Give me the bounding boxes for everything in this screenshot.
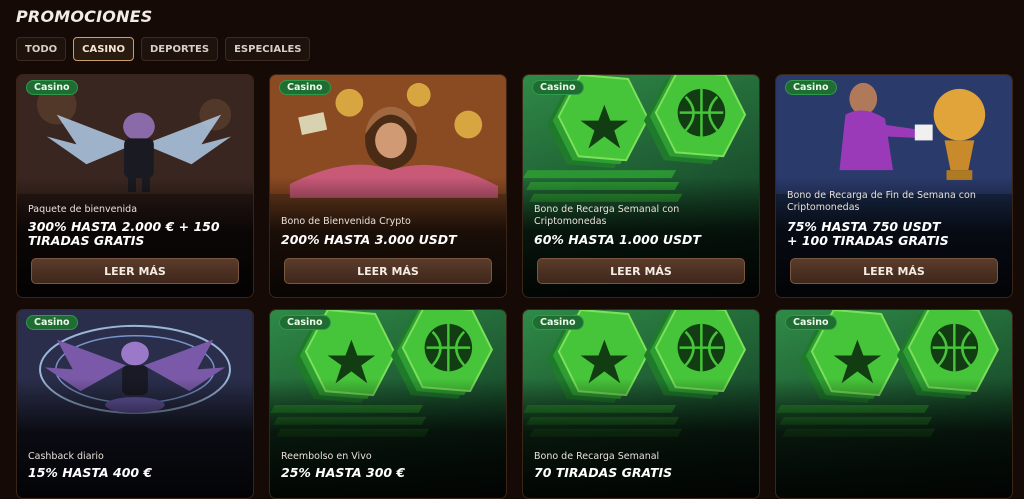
promo-subtitle: Paquete de bienvenida: [28, 204, 138, 215]
promo-headline: 60% HASTA 1.000 USDT: [534, 233, 751, 247]
promo-card[interactable]: Casino: [775, 309, 1013, 499]
headline-line: + 100 TIRADAS GRATIS: [787, 233, 949, 248]
promo-subtitle: Reembolso en Vivo: [281, 451, 372, 462]
promo-headline: 300% HASTA 2.000 € + 150 TIRADAS GRATIS: [28, 220, 245, 248]
promo-headline: 70 TIRADAS GRATIS: [534, 466, 751, 480]
promo-card-weekly-crypto-reload[interactable]: Casino Bono de Recarga Semanal con Cript…: [522, 74, 760, 298]
headline-line: 15% HASTA 400 €: [28, 465, 153, 480]
category-badge: Casino: [279, 315, 331, 330]
category-badge: Casino: [532, 80, 584, 95]
promo-headline: 200% HASTA 3.000 USDT: [281, 233, 498, 247]
promo-subtitle: Bono de Recarga Semanal: [534, 451, 660, 462]
category-badge: Casino: [26, 315, 78, 330]
category-badge: Casino: [532, 315, 584, 330]
headline-line: 200% HASTA 3.000 USDT: [281, 232, 457, 247]
promo-card-welcome-package[interactable]: Casino Paquete de bienvenida 300% HASTA …: [16, 74, 254, 298]
category-badge: Casino: [785, 315, 837, 330]
headline-line: 25% HASTA 300 €: [281, 465, 406, 480]
promo-subtitle: Cashback diario: [28, 451, 104, 462]
headline-line: TIRADAS GRATIS: [28, 233, 145, 248]
headline-line: 60% HASTA 1.000 USDT: [534, 232, 701, 247]
headline-line: 70 TIRADAS GRATIS: [534, 465, 673, 480]
promo-card-daily-cashback[interactable]: Casino Cashback diario 15% HASTA 400 €: [16, 309, 254, 499]
card-shade: [270, 378, 506, 498]
promo-card-crypto-welcome[interactable]: Casino Bono de Bienvenida Crypto 200% HA…: [269, 74, 507, 298]
promo-headline: 75% HASTA 750 USDT + 100 TIRADAS GRATIS: [787, 220, 1004, 248]
promo-card-weekend-crypto-reload[interactable]: Casino Bono de Recarga de Fin de Semana …: [775, 74, 1013, 298]
tab-todo[interactable]: TODO: [16, 37, 67, 61]
promo-headline: 15% HASTA 400 €: [28, 466, 245, 480]
filter-tabs: TODO CASINO DEPORTES ESPECIALES: [16, 37, 311, 61]
read-more-button[interactable]: LEER MÁS: [790, 258, 998, 284]
page-title: PROMOCIONES: [16, 7, 153, 26]
tab-deportes[interactable]: DEPORTES: [141, 37, 219, 61]
read-more-button[interactable]: LEER MÁS: [537, 258, 745, 284]
promo-card-live-refund[interactable]: Casino Reembolso en Vivo 25% HASTA 300 €: [269, 309, 507, 499]
read-more-button[interactable]: LEER MÁS: [284, 258, 492, 284]
tab-casino[interactable]: CASINO: [73, 37, 134, 61]
card-shade: [776, 378, 1012, 498]
category-badge: Casino: [785, 80, 837, 95]
promo-subtitle: Bono de Recarga de Fin de Semana con Cri…: [787, 190, 976, 213]
category-badge: Casino: [279, 80, 331, 95]
tab-especiales[interactable]: ESPECIALES: [225, 37, 311, 61]
promo-subtitle: Bono de Bienvenida Crypto: [281, 216, 411, 227]
headline-line: 75% HASTA 750 USDT: [787, 219, 941, 234]
card-shade: [523, 378, 759, 498]
headline-line: 300% HASTA 2.000 € + 150: [28, 219, 220, 234]
promo-card-weekly-reload[interactable]: Casino Bono de Recarga Semanal 70 TIRADA…: [522, 309, 760, 499]
category-badge: Casino: [26, 80, 78, 95]
card-shade: [17, 378, 253, 498]
read-more-button[interactable]: LEER MÁS: [31, 258, 239, 284]
promo-headline: 25% HASTA 300 €: [281, 466, 498, 480]
promo-subtitle: Bono de Recarga Semanal con Criptomoneda…: [534, 204, 680, 227]
